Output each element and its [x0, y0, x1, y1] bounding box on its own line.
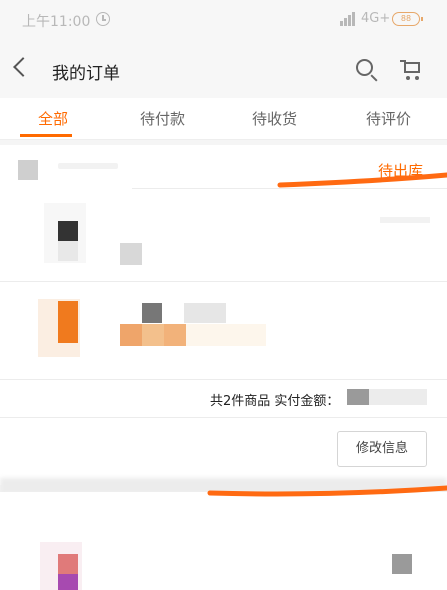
signal-icon [340, 12, 358, 26]
battery-icon: 88 [392, 12, 423, 26]
network-label: 4G+ [361, 11, 391, 26]
shop-avatar [18, 160, 38, 180]
divider [0, 379, 447, 380]
cart-icon[interactable] [400, 60, 420, 80]
tab-pending-receipt[interactable]: 待收货 [252, 108, 297, 129]
shop-name-blurred [58, 163, 118, 169]
order-item[interactable] [0, 291, 447, 377]
product-info-blurred [120, 243, 142, 265]
product-info-blurred [120, 324, 142, 346]
order-summary: 共2件商品 实付金额： [210, 394, 340, 409]
active-tab-indicator [20, 134, 72, 137]
divider [132, 188, 447, 189]
order-item[interactable] [0, 203, 447, 289]
header: 我的订单 [0, 40, 447, 98]
order-amount-blurred [347, 389, 427, 405]
product-info-blurred [392, 554, 412, 574]
order-status: 待出库 [378, 162, 424, 180]
divider [0, 417, 447, 418]
alarm-icon [96, 12, 110, 26]
divider [0, 281, 447, 282]
search-icon[interactable] [356, 59, 373, 76]
order-card[interactable] [0, 492, 447, 590]
back-icon[interactable] [13, 57, 33, 77]
tab-all[interactable]: 全部 [38, 108, 68, 129]
order-card[interactable]: 待出库 共2件商品 实付金额： 修改信息 [0, 145, 447, 485]
tab-pending-review[interactable]: 待评价 [366, 108, 411, 129]
page-title: 我的订单 [52, 64, 120, 84]
order-list-screen: 上午11:00 4G+ 88 我的订单 全部 待付款 待收货 待评价 待出库 共… [0, 0, 447, 590]
status-bar: 上午11:00 4G+ 88 [0, 0, 447, 40]
tab-pending-payment[interactable]: 待付款 [140, 108, 185, 129]
status-time: 上午11:00 [22, 14, 91, 30]
edit-info-button[interactable]: 修改信息 [337, 431, 427, 467]
order-tabs: 全部 待付款 待收货 待评价 [0, 98, 447, 140]
